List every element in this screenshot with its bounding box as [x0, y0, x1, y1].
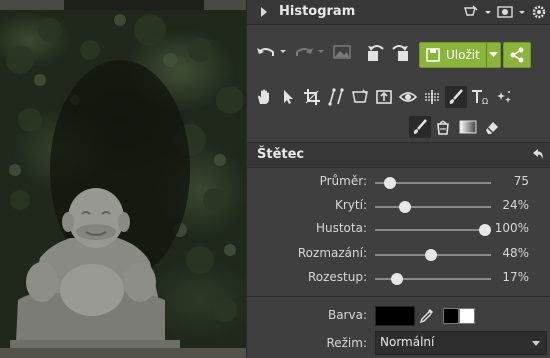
photo-canvas[interactable] [0, 0, 246, 358]
mode-select[interactable]: Normální [375, 331, 547, 355]
right-panel: Histogram Uložit Ω Štětec Průměr: 75 Kry… [246, 0, 550, 358]
slider-label: Krytí: [335, 198, 367, 212]
slider-label: Průměr: [319, 174, 367, 188]
slider-thumb[interactable] [391, 273, 404, 285]
pointer-icon[interactable] [277, 86, 299, 108]
brush-section-title: Štětec [257, 147, 305, 162]
slider-value: 17% [502, 270, 529, 284]
share-button[interactable] [503, 42, 531, 68]
slider-thumb[interactable] [479, 224, 492, 236]
slider-label: Rozestup: [307, 270, 367, 284]
brush-section-header: Štětec [247, 142, 550, 168]
slider-row: Rozestup: 17% [247, 268, 550, 290]
gear-icon[interactable] [531, 4, 547, 20]
white-color-swatch[interactable] [459, 308, 475, 324]
slider-row: Rozmazání: 48% [247, 244, 550, 266]
bucket-icon[interactable] [433, 116, 455, 138]
slider-value: 75 [513, 174, 529, 188]
eye-icon[interactable] [397, 86, 419, 108]
tools-row: Ω [253, 86, 543, 110]
save-dropdown-button[interactable] [486, 42, 501, 68]
histogram-header-icons [463, 3, 547, 21]
histogram-title: Histogram [279, 4, 356, 19]
slider-track[interactable] [375, 229, 491, 231]
hand-icon[interactable] [253, 86, 275, 108]
slider-value: 48% [502, 246, 529, 260]
slider-value: 100% [494, 221, 529, 235]
clipping-icon[interactable] [463, 5, 479, 19]
gradient-box-icon[interactable] [457, 116, 479, 138]
brush-tool-icon[interactable] [445, 86, 467, 108]
crop-icon[interactable] [301, 86, 323, 108]
undo-dropdown-icon[interactable] [279, 48, 287, 56]
save-label: Uložit [446, 48, 480, 62]
app-window: Histogram Uložit Ω Štětec Průměr: 75 Kry… [0, 0, 550, 358]
slider-row: Hustota: 100% [247, 219, 550, 241]
eraser-icon[interactable] [481, 116, 503, 138]
histogram-header[interactable]: Histogram [247, 0, 550, 25]
frame-icon[interactable] [373, 86, 395, 108]
slider-row: Krytí: 24% [247, 196, 550, 218]
buddha-statue-image [0, 14, 246, 358]
rotate-right-icon[interactable] [389, 43, 411, 63]
chevron-down-icon[interactable] [484, 5, 492, 19]
slider-label: Rozmazání: [297, 246, 367, 260]
text-icon[interactable]: Ω [469, 86, 491, 108]
mode-label: Režim: [326, 336, 367, 350]
perspective-icon[interactable] [349, 86, 371, 108]
slider-value: 24% [502, 198, 529, 212]
floppy-icon [426, 48, 440, 62]
divider [247, 296, 550, 297]
gradient-icon[interactable] [421, 86, 443, 108]
redo-icon[interactable] [293, 44, 315, 62]
rotate-left-icon[interactable] [365, 43, 387, 63]
slider-thumb[interactable] [399, 201, 412, 213]
redo-dropdown-icon[interactable] [317, 48, 325, 56]
black-color-swatch[interactable] [443, 308, 459, 324]
brush-icon[interactable] [409, 116, 431, 138]
image-compare-icon[interactable] [333, 44, 351, 60]
back-arrow-icon[interactable] [531, 147, 545, 161]
chevron-down-icon [532, 341, 540, 346]
slider-label: Hustota: [315, 221, 367, 235]
undo-icon[interactable] [255, 44, 277, 62]
slider-row: Průměr: 75 [247, 172, 550, 194]
view-mode-icon[interactable] [497, 5, 513, 19]
slider-thumb[interactable] [384, 177, 397, 189]
chevron-down-icon [489, 52, 498, 57]
stars-icon[interactable] [493, 86, 515, 108]
straighten-icon[interactable] [325, 86, 347, 108]
slider-thumb[interactable] [424, 249, 437, 261]
brush-subtools-row [253, 116, 543, 140]
eyedropper-icon[interactable] [419, 307, 435, 327]
chevron-down-icon[interactable] [518, 5, 526, 19]
save-button[interactable]: Uložit [419, 42, 487, 68]
share-icon [510, 47, 524, 63]
color-label: Barva: [327, 308, 367, 322]
expand-arrow-icon[interactable] [261, 7, 267, 17]
slider-track[interactable] [375, 206, 491, 208]
svg-text:Ω: Ω [482, 97, 488, 106]
color-swatch[interactable] [375, 306, 415, 326]
mode-value: Normální [380, 335, 435, 349]
